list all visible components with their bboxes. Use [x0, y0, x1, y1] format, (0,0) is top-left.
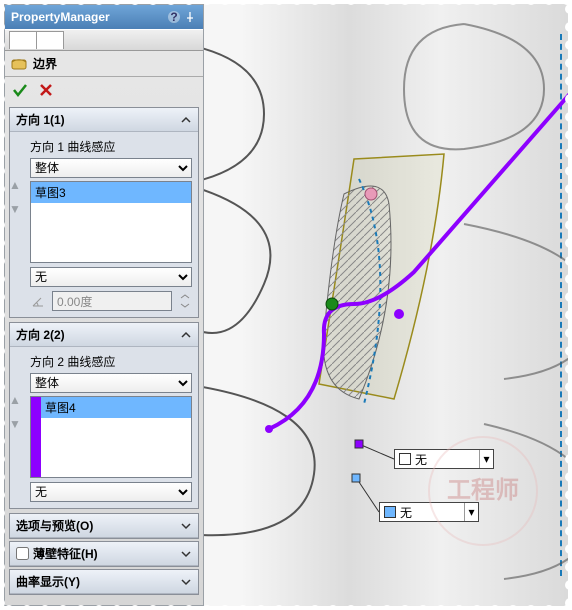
- direction-1-listbox[interactable]: 草图3: [30, 181, 192, 263]
- titlebar-title: PropertyManager: [11, 10, 110, 24]
- chevron-down-icon: [180, 520, 192, 532]
- direction-color-bar: [31, 397, 41, 477]
- swatch-icon: [384, 506, 396, 518]
- list-item[interactable]: 草图3: [31, 182, 191, 203]
- direction-2-listbox[interactable]: 草图4: [30, 396, 192, 478]
- 3d-viewport[interactable]: 无 ▾ 无 ▾ 工程师: [204, 4, 568, 606]
- cancel-button[interactable]: [37, 81, 55, 99]
- section-title: 方向 2(2): [16, 326, 65, 343]
- tab-sketch[interactable]: [36, 31, 64, 49]
- section-options: 选项与预览(O): [9, 513, 199, 539]
- direction-1-end-select[interactable]: 无: [30, 267, 192, 287]
- watermark: 工程师: [428, 436, 538, 546]
- angle-input[interactable]: 0.00度: [52, 291, 172, 311]
- direction-2-label: 方向 2 曲线感应: [30, 353, 192, 370]
- section-direction-1: 方向 1(1) ▲ ▼ 方向 1 曲线感应 整体 草图3 无: [9, 107, 199, 318]
- section-header-curvature[interactable]: 曲率显示(Y): [10, 570, 198, 594]
- section-title: 选项与预览(O): [16, 517, 93, 534]
- feature-header: 边界: [5, 51, 203, 77]
- move-down-button[interactable]: ▼: [8, 415, 22, 433]
- feature-label: 边界: [33, 55, 57, 72]
- pin-icon[interactable]: [183, 10, 197, 24]
- callout-label: 无: [400, 504, 412, 521]
- tab-strip: [5, 29, 203, 51]
- direction-1-type-select[interactable]: 整体: [30, 158, 192, 178]
- property-manager-panel: PropertyManager ? 边界: [4, 4, 204, 606]
- section-header-direction-2[interactable]: 方向 2(2): [10, 323, 198, 347]
- direction-1-label: 方向 1 曲线感应: [30, 138, 192, 155]
- section-header-options[interactable]: 选项与预览(O): [10, 514, 198, 538]
- move-up-button[interactable]: ▲: [8, 391, 22, 409]
- section-direction-2: 方向 2(2) ▲ ▼ 方向 2 曲线感应 整体 草图4: [9, 322, 199, 509]
- chevron-down-icon: [180, 576, 192, 588]
- move-up-button[interactable]: ▲: [8, 176, 22, 194]
- section-title: 曲率显示(Y): [16, 573, 80, 590]
- svg-text:?: ?: [170, 10, 177, 24]
- angle-icon: [30, 293, 46, 309]
- section-title: 方向 1(1): [16, 111, 65, 128]
- reference-axis: [560, 34, 562, 576]
- section-title: 薄壁特征(H): [33, 545, 98, 562]
- chevron-up-icon: [180, 114, 192, 126]
- swatch-icon: [399, 453, 411, 465]
- ok-button[interactable]: [11, 81, 29, 99]
- thin-feature-checkbox[interactable]: [16, 547, 29, 560]
- chevron-up-icon: [180, 329, 192, 341]
- section-header-thin[interactable]: 薄壁特征(H): [10, 542, 198, 566]
- chevron-down-icon: [180, 548, 192, 560]
- move-down-button[interactable]: ▼: [8, 200, 22, 218]
- stepper-icon[interactable]: [178, 292, 192, 310]
- confirm-row: [5, 77, 203, 103]
- tab-feature[interactable]: [9, 31, 37, 49]
- help-icon[interactable]: ?: [167, 10, 181, 24]
- boundary-feature-icon: [11, 56, 27, 72]
- list-item[interactable]: 草图4: [41, 397, 191, 418]
- section-thin-feature: 薄壁特征(H): [9, 541, 199, 567]
- titlebar: PropertyManager ?: [5, 5, 203, 29]
- sections-scroll[interactable]: 方向 1(1) ▲ ▼ 方向 1 曲线感应 整体 草图3 无: [5, 103, 203, 605]
- section-header-direction-1[interactable]: 方向 1(1): [10, 108, 198, 132]
- callout-label: 无: [415, 451, 427, 468]
- direction-2-type-select[interactable]: 整体: [30, 373, 192, 393]
- section-curvature: 曲率显示(Y): [9, 569, 199, 595]
- direction-2-end-select[interactable]: 无: [30, 482, 192, 502]
